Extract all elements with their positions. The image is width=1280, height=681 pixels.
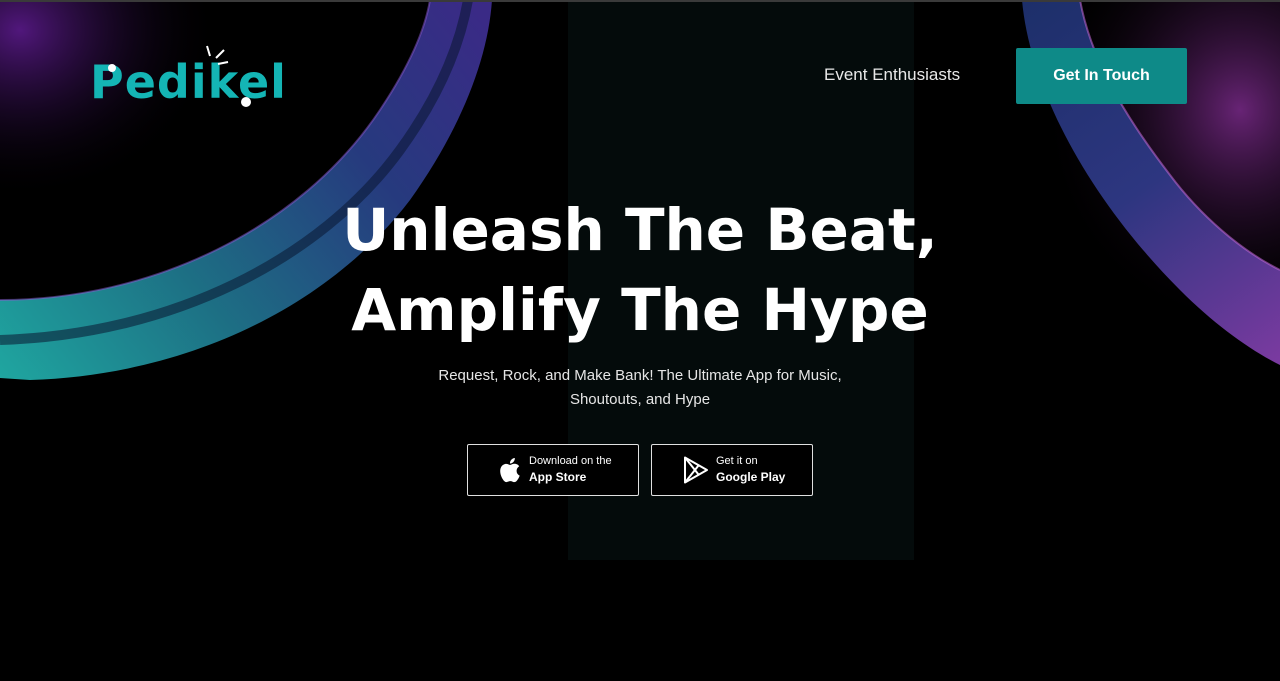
headline-line-2: Amplify The Hype	[351, 276, 929, 344]
google-play-big-text: Google Play	[716, 470, 786, 484]
app-store-small-text: Download on the	[529, 455, 612, 467]
apple-icon	[496, 455, 522, 485]
app-store-badge[interactable]: Download on the App Store	[467, 444, 639, 496]
headline-line-1: Unleash The Beat,	[342, 196, 938, 264]
hero-headline: Unleash The Beat, Amplify The Hype	[290, 190, 990, 350]
logo-spark-icon	[108, 45, 251, 107]
google-play-icon	[683, 455, 709, 485]
nav-event-enthusiasts[interactable]: Event Enthusiasts	[824, 64, 960, 86]
google-play-badge[interactable]: Get it on Google Play	[651, 444, 813, 496]
brand-logo[interactable]: Pedikel	[90, 44, 286, 112]
google-play-small-text: Get it on	[716, 455, 758, 467]
hero-subtitle: Request, Rock, and Make Bank! The Ultima…	[438, 367, 842, 408]
get-in-touch-button[interactable]: Get In Touch	[1016, 48, 1187, 104]
landing-page: Pedikel Event Enthusiasts Get In Touch U…	[0, 0, 1280, 681]
top-border	[0, 0, 1280, 2]
app-store-big-text: App Store	[529, 470, 587, 484]
